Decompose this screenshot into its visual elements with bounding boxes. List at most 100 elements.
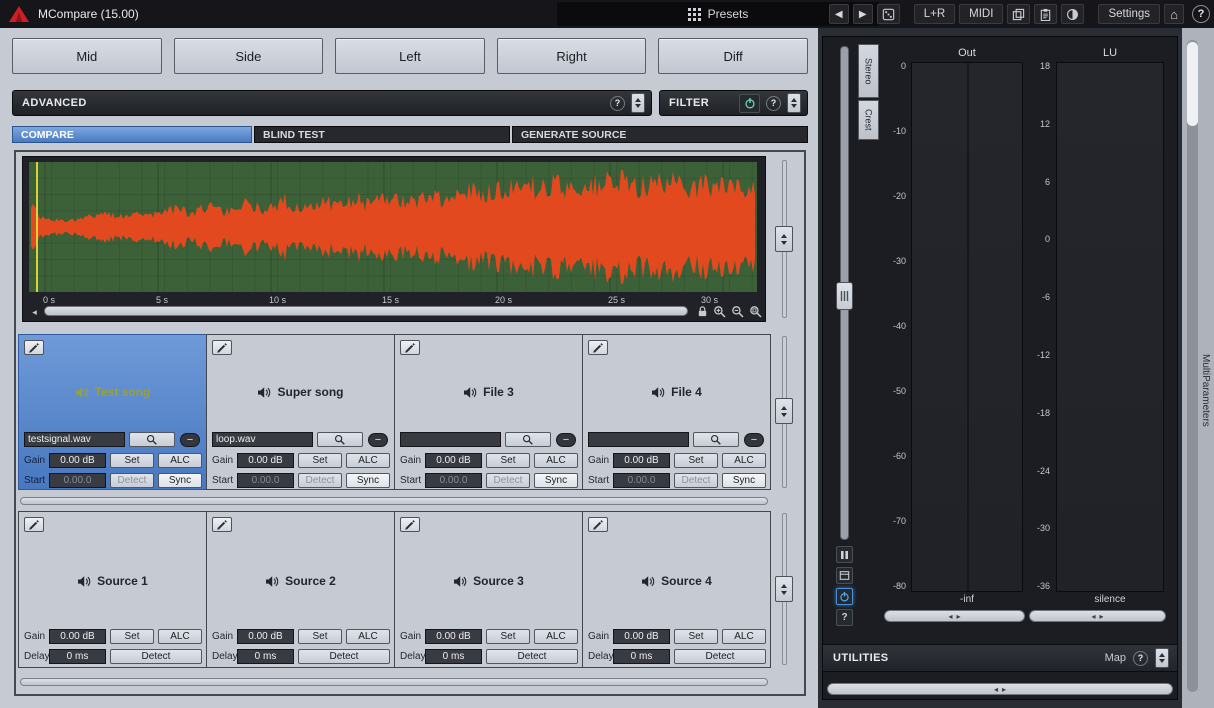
paste-button[interactable]: [1034, 4, 1057, 24]
remove-button[interactable]: −: [556, 433, 576, 447]
edit-button[interactable]: [24, 340, 44, 355]
gain-field[interactable]: 0.00 dB: [237, 629, 294, 644]
tab-blind-test[interactable]: BLIND TEST: [254, 126, 510, 143]
channel-diff-button[interactable]: Diff: [658, 38, 808, 74]
browse-button[interactable]: [505, 432, 551, 447]
browse-button[interactable]: [317, 432, 363, 447]
slot-name[interactable]: Source 3: [395, 574, 582, 588]
gain-field[interactable]: 0.00 dB: [425, 629, 482, 644]
detect-button[interactable]: Detect: [674, 649, 766, 664]
alc-button[interactable]: ALC: [346, 453, 390, 468]
set-button[interactable]: Set: [486, 629, 530, 644]
filter-bar[interactable]: FILTER ?: [659, 90, 808, 116]
sync-button[interactable]: Sync: [534, 473, 578, 488]
detect-button[interactable]: Detect: [486, 649, 578, 664]
start-field[interactable]: 0.00.0: [237, 473, 294, 488]
slots-h-scrollbar[interactable]: [20, 497, 768, 505]
gain-field[interactable]: 0.00 dB: [613, 453, 670, 468]
edit-button[interactable]: [400, 340, 420, 355]
channel-side-button[interactable]: Side: [174, 38, 324, 74]
zoom-in-button[interactable]: [712, 304, 728, 319]
remove-button[interactable]: −: [744, 433, 764, 447]
set-button[interactable]: Set: [674, 629, 718, 644]
alc-button[interactable]: ALC: [158, 629, 202, 644]
slot-name[interactable]: File 3: [395, 385, 582, 399]
edit-button[interactable]: [400, 517, 420, 532]
remove-button[interactable]: −: [180, 433, 200, 447]
set-button[interactable]: Set: [674, 453, 718, 468]
detect-button[interactable]: Detect: [110, 473, 154, 488]
alc-button[interactable]: ALC: [346, 629, 390, 644]
utilities-spinner[interactable]: [1155, 648, 1169, 668]
file-field[interactable]: testsignal.wav: [24, 432, 125, 447]
channel-mid-button[interactable]: Mid: [12, 38, 162, 74]
channel-right-button[interactable]: Right: [497, 38, 647, 74]
alc-button[interactable]: ALC: [722, 453, 766, 468]
detect-button[interactable]: Detect: [486, 473, 530, 488]
multiparameters-scroll-thumb[interactable]: [1187, 42, 1198, 126]
slot-name[interactable]: Source 4: [583, 574, 770, 588]
comparison-slot-4[interactable]: File 4 − Gain 0.00 dB Set ALC Start 0.00…: [582, 334, 771, 490]
edit-button[interactable]: [588, 340, 608, 355]
advanced-help-button[interactable]: ?: [610, 96, 625, 111]
file-field[interactable]: [400, 432, 501, 447]
slot-name[interactable]: Source 2: [207, 574, 394, 588]
source-slot-3[interactable]: Source 3 Gain 0.00 dB Set ALC Delay 0 ms…: [394, 511, 583, 668]
gain-field[interactable]: 0.00 dB: [425, 453, 482, 468]
lu-meter-zoombar[interactable]: ◂▸: [1029, 610, 1166, 622]
alc-button[interactable]: ALC: [534, 453, 578, 468]
gain-field[interactable]: 0.00 dB: [49, 629, 106, 644]
map-button[interactable]: Map: [1105, 652, 1126, 664]
waveform-scrollbar[interactable]: [44, 306, 688, 316]
meter-help-button[interactable]: ?: [836, 609, 853, 626]
filter-power-button[interactable]: [739, 94, 760, 113]
alc-button[interactable]: ALC: [722, 629, 766, 644]
utilities-help-button[interactable]: ?: [1133, 651, 1148, 666]
meter-bottom-scrollbar[interactable]: ◂▸: [827, 683, 1173, 695]
browse-button[interactable]: [693, 432, 739, 447]
random-preset-button[interactable]: [877, 4, 900, 24]
filter-help-button[interactable]: ?: [766, 96, 781, 111]
theme-button[interactable]: [1061, 4, 1084, 24]
comparison-slot-3[interactable]: File 3 − Gain 0.00 dB Set ALC Start 0.00…: [394, 334, 583, 490]
zoom-fit-button[interactable]: [748, 304, 764, 319]
channel-mode-button[interactable]: L+R: [914, 4, 955, 24]
detect-button[interactable]: Detect: [298, 473, 342, 488]
waveform-v-spinner[interactable]: [775, 226, 793, 252]
edit-button[interactable]: [212, 340, 232, 355]
set-button[interactable]: Set: [298, 453, 342, 468]
zoom-out-button[interactable]: [730, 304, 746, 319]
next-preset-button[interactable]: ▶: [853, 4, 873, 24]
channel-left-button[interactable]: Left: [335, 38, 485, 74]
settings-button[interactable]: Settings: [1098, 4, 1160, 24]
detect-button[interactable]: Detect: [674, 473, 718, 488]
edit-button[interactable]: [588, 517, 608, 532]
delay-field[interactable]: 0 ms: [613, 649, 670, 664]
gain-field[interactable]: 0.00 dB: [237, 453, 294, 468]
slot-name[interactable]: File 4: [583, 385, 770, 399]
tab-generate-source[interactable]: GENERATE SOURCE: [512, 126, 808, 143]
gain-field[interactable]: 0.00 dB: [613, 629, 670, 644]
slots-v-spinner[interactable]: [775, 398, 793, 424]
utilities-bar[interactable]: UTILITIES Map ?: [822, 644, 1178, 672]
sync-button[interactable]: Sync: [158, 473, 202, 488]
previous-preset-button[interactable]: ◀: [829, 4, 849, 24]
sync-button[interactable]: Sync: [346, 473, 390, 488]
file-field[interactable]: loop.wav: [212, 432, 313, 447]
multiparameters-scrollbar[interactable]: [1187, 40, 1198, 692]
start-field[interactable]: 0.00.0: [613, 473, 670, 488]
meter-pause-button[interactable]: [836, 546, 853, 563]
sources-v-spinner[interactable]: [775, 576, 793, 602]
gain-field[interactable]: 0.00 dB: [49, 453, 106, 468]
tab-compare[interactable]: COMPARE: [12, 126, 252, 143]
sync-button[interactable]: Sync: [722, 473, 766, 488]
advanced-bar[interactable]: ADVANCED ?: [12, 90, 652, 116]
alc-button[interactable]: ALC: [158, 453, 202, 468]
meter-window-button[interactable]: [836, 567, 853, 584]
waveform-display[interactable]: [29, 162, 757, 292]
remove-button[interactable]: −: [368, 433, 388, 447]
detect-button[interactable]: Detect: [298, 649, 390, 664]
source-slot-2[interactable]: Source 2 Gain 0.00 dB Set ALC Delay 0 ms…: [206, 511, 395, 668]
edit-button[interactable]: [24, 517, 44, 532]
set-button[interactable]: Set: [110, 629, 154, 644]
